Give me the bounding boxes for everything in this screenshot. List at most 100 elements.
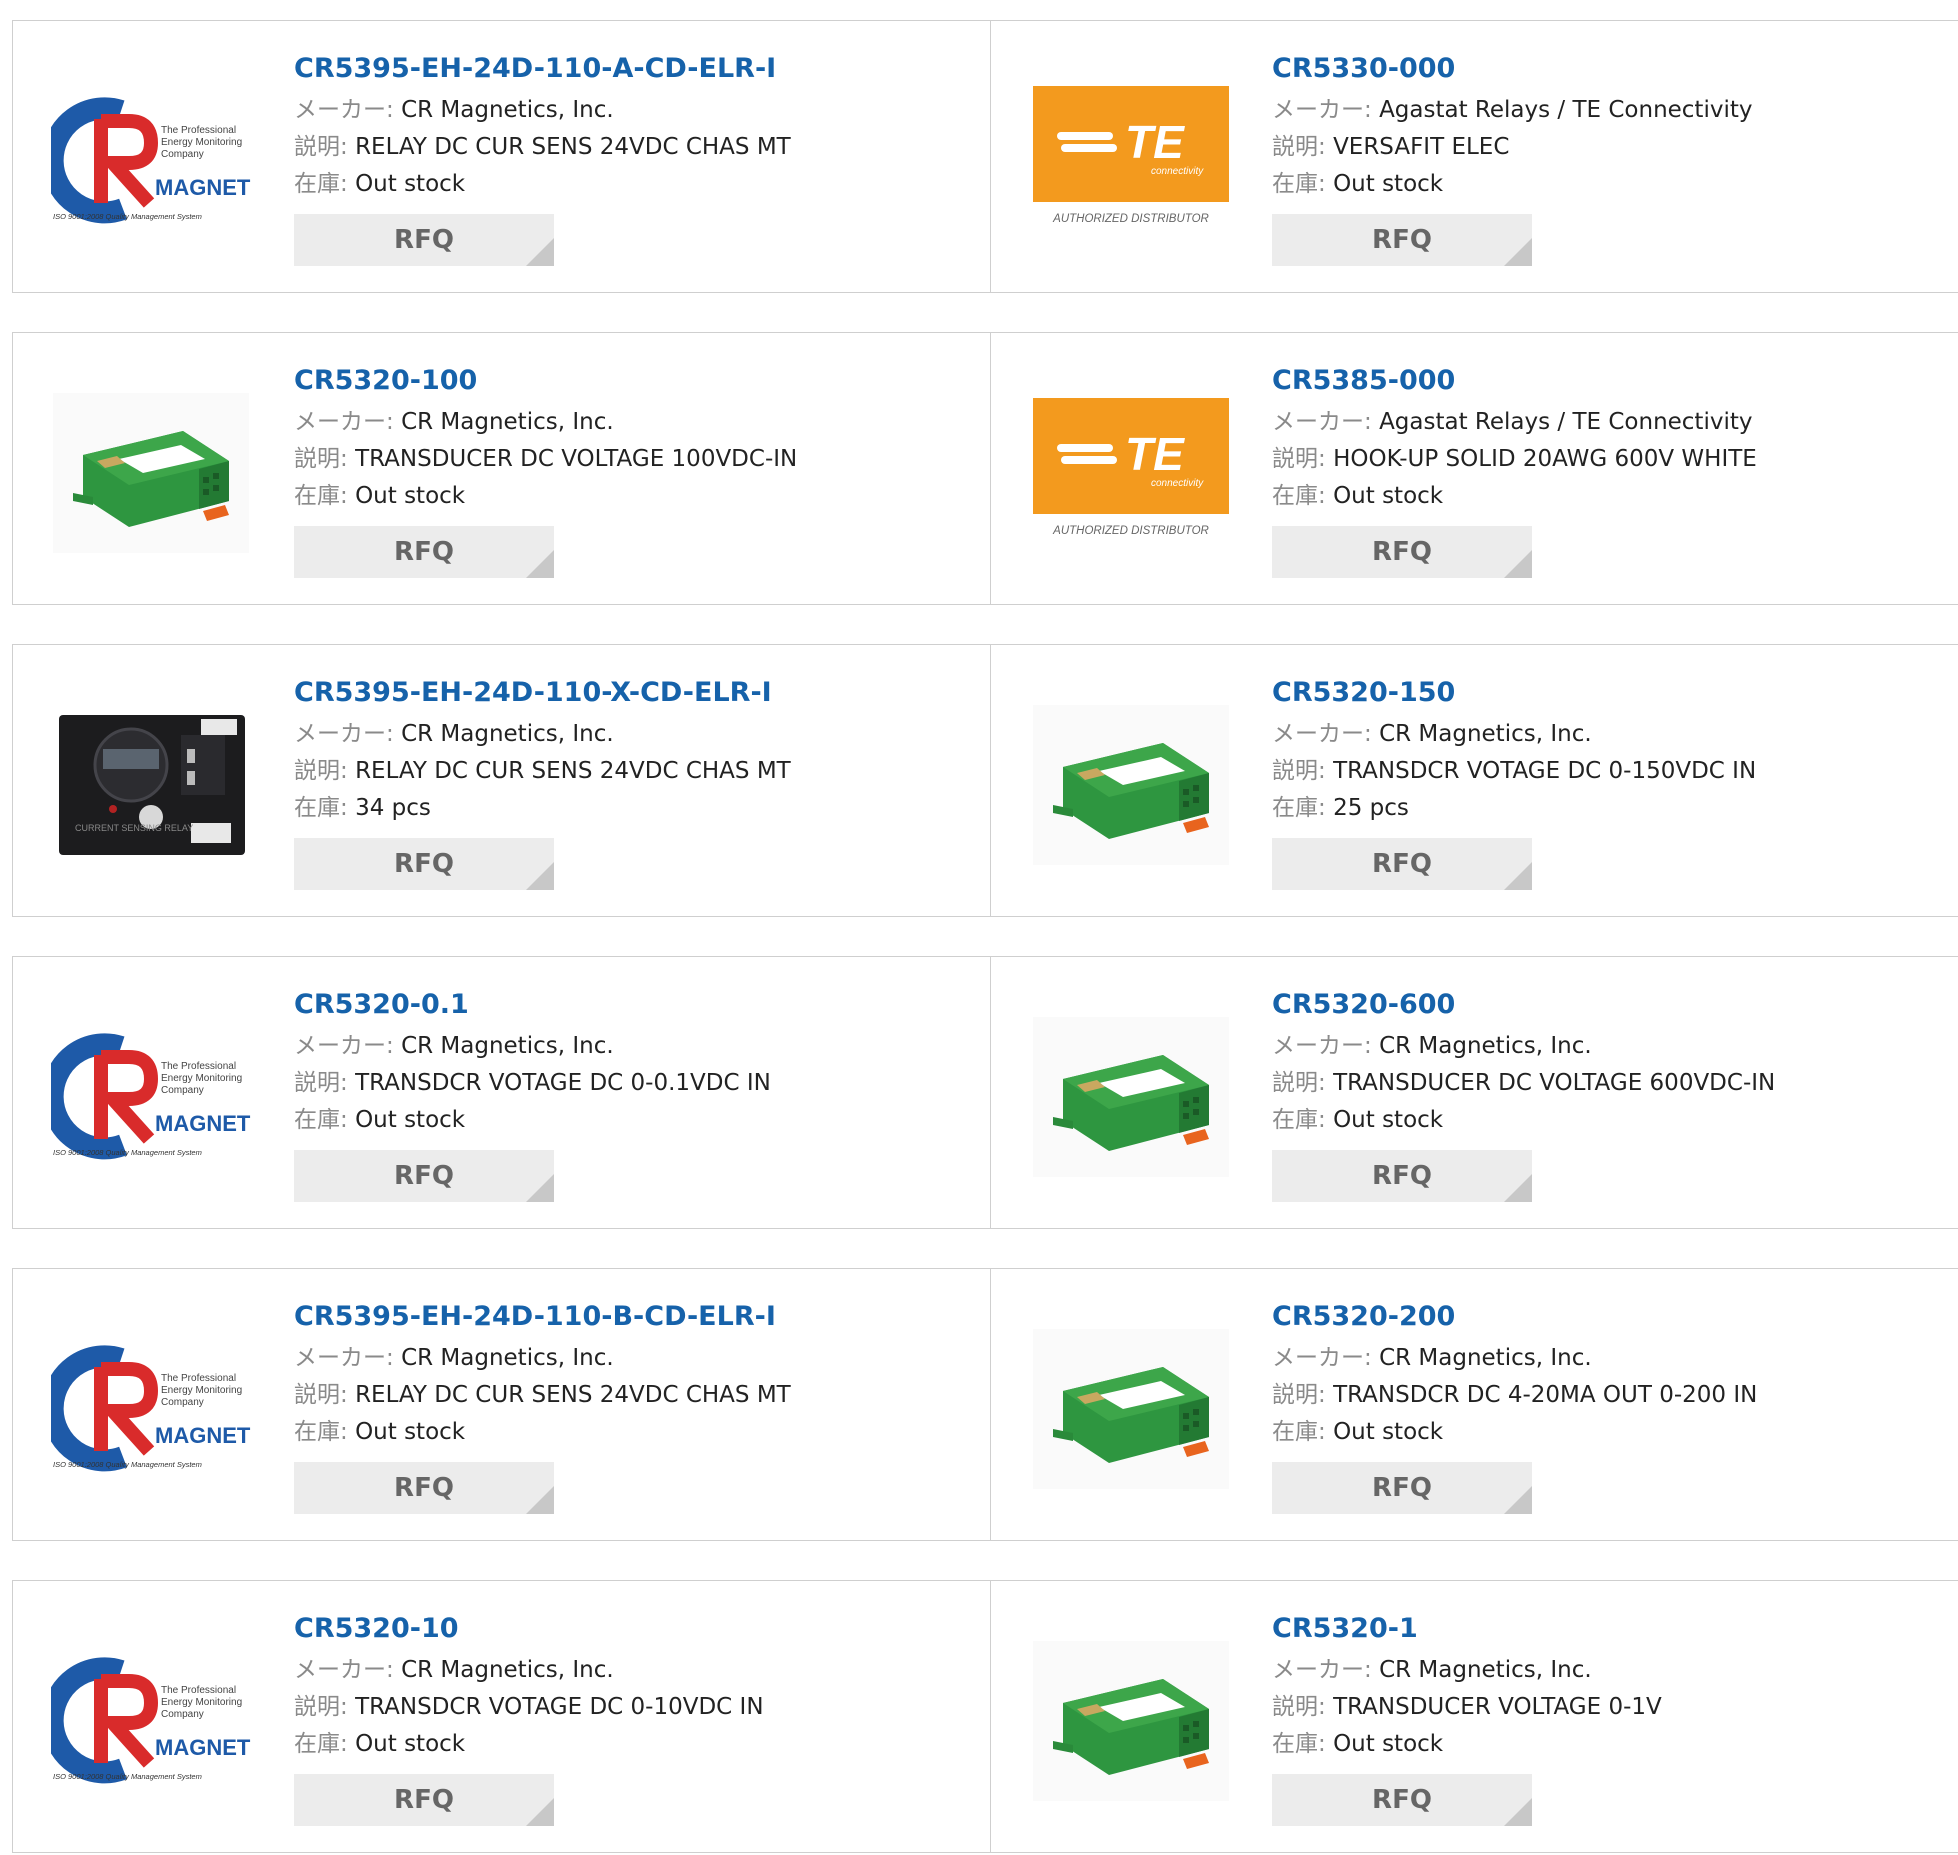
part-number-link[interactable]: CR5385-000	[1272, 363, 1951, 399]
maker-label: メーカー:	[1272, 97, 1372, 123]
svg-text:AUTHORIZED DISTRIBUTOR: AUTHORIZED DISTRIBUTOR	[1052, 213, 1209, 225]
rfq-button[interactable]: RFQ	[294, 1774, 554, 1826]
product-image[interactable]	[1031, 685, 1231, 885]
part-number-link[interactable]: CR5320-0.1	[294, 987, 970, 1023]
description-value: TRANSDCR DC 4-20MA OUT 0-200 IN	[1333, 1382, 1758, 1408]
rfq-label: RFQ	[1372, 1785, 1432, 1815]
maker-value: CR Magnetics, Inc.	[401, 97, 614, 123]
product-card: CR5320-600 メーカー: CR Magnetics, Inc. 説明: …	[990, 956, 1958, 1229]
product-row: The Professional Energy Monitoring Compa…	[12, 956, 1958, 1231]
product-image[interactable]: The Professional Energy Monitoring Compa…	[51, 997, 251, 1197]
rfq-button[interactable]: RFQ	[1272, 526, 1532, 578]
part-number-link[interactable]: CR5330-000	[1272, 51, 1951, 87]
stock-label: 在庫:	[294, 1731, 348, 1757]
product-card: TE connectivity AUTHORIZED DISTRIBUTOR C…	[990, 20, 1958, 293]
rfq-button[interactable]: RFQ	[294, 838, 554, 890]
description-line: 説明: VERSAFIT ELEC	[1272, 129, 1951, 166]
svg-text:ISO 9001:2008 Quality Manageme: ISO 9001:2008 Quality Management System	[53, 212, 202, 221]
part-number-link[interactable]: CR5320-1	[1272, 1611, 1951, 1647]
rfq-button[interactable]: RFQ	[1272, 1462, 1532, 1514]
part-number-link[interactable]: CR5395-EH-24D-110-X-CD-ELR-I	[294, 675, 970, 711]
description-value: TRANSDUCER VOLTAGE 0-1V	[1333, 1694, 1662, 1720]
part-number-link[interactable]: CR5395-EH-24D-110-B-CD-ELR-I	[294, 1299, 970, 1335]
stock-label: 在庫:	[1272, 171, 1326, 197]
rfq-button[interactable]: RFQ	[1272, 1774, 1532, 1826]
stock-label: 在庫:	[1272, 1419, 1326, 1445]
svg-text:MAGNETICS: MAGNETICS	[155, 1423, 251, 1448]
svg-text:AUTHORIZED DISTRIBUTOR: AUTHORIZED DISTRIBUTOR	[1052, 525, 1209, 537]
product-image[interactable]: The Professional Energy Monitoring Compa…	[51, 1621, 251, 1821]
part-number-link[interactable]: CR5320-200	[1272, 1299, 1951, 1335]
product-image[interactable]: TE connectivity AUTHORIZED DISTRIBUTOR	[1031, 373, 1231, 573]
stock-label: 在庫:	[1272, 1731, 1326, 1757]
rfq-label: RFQ	[1372, 849, 1432, 879]
product-image[interactable]	[1031, 997, 1231, 1197]
product-card: The Professional Energy Monitoring Compa…	[12, 20, 991, 293]
description-label: 説明:	[1272, 1694, 1326, 1720]
rfq-button[interactable]: RFQ	[294, 214, 554, 266]
product-card: The Professional Energy Monitoring Compa…	[12, 1580, 991, 1853]
rfq-label: RFQ	[394, 1161, 454, 1191]
stock-line: 在庫: Out stock	[294, 1414, 970, 1451]
rfq-button[interactable]: RFQ	[1272, 1150, 1532, 1202]
rfq-label: RFQ	[394, 537, 454, 567]
description-label: 説明:	[294, 134, 348, 160]
current-sensing-relay-image: CURRENT SENSING RELAY	[59, 715, 245, 855]
product-image[interactable]: CURRENT SENSING RELAY	[51, 685, 251, 885]
product-card: CR5320-200 メーカー: CR Magnetics, Inc. 説明: …	[990, 1268, 1958, 1541]
stock-line: 在庫: Out stock	[294, 478, 970, 515]
rfq-button[interactable]: RFQ	[1272, 838, 1532, 890]
product-grid: The Professional Energy Monitoring Compa…	[0, 0, 1958, 1853]
rfq-button[interactable]: RFQ	[294, 1462, 554, 1514]
part-number-link[interactable]: CR5320-600	[1272, 987, 1951, 1023]
description-line: 説明: RELAY DC CUR SENS 24VDC CHAS MT	[294, 129, 970, 166]
maker-line: メーカー: CR Magnetics, Inc.	[1272, 1340, 1951, 1377]
svg-text:CURRENT SENSING RELAY: CURRENT SENSING RELAY	[75, 823, 193, 833]
part-number-link[interactable]: CR5320-10	[294, 1611, 970, 1647]
cr-magnetics-logo: The Professional Energy Monitoring Compa…	[51, 97, 251, 224]
cr-magnetics-logo: The Professional Energy Monitoring Compa…	[51, 1033, 251, 1160]
maker-label: メーカー:	[1272, 1657, 1372, 1683]
svg-text:ISO 9001:2008 Quality Manageme: ISO 9001:2008 Quality Management System	[53, 1460, 202, 1469]
product-image[interactable]: The Professional Energy Monitoring Compa…	[51, 61, 251, 261]
svg-text:The Professional: The Professional	[161, 1061, 236, 1072]
corner-fold-icon	[1504, 1486, 1532, 1514]
product-image[interactable]	[1031, 1621, 1231, 1821]
svg-text:The Professional: The Professional	[161, 1373, 236, 1384]
stock-value: Out stock	[1333, 483, 1444, 509]
te-connectivity-logo: TE connectivity AUTHORIZED DISTRIBUTOR	[1033, 398, 1229, 537]
maker-line: メーカー: CR Magnetics, Inc.	[294, 1652, 970, 1689]
svg-text:Company: Company	[161, 1709, 204, 1720]
product-image[interactable]: The Professional Energy Monitoring Compa…	[51, 1309, 251, 1509]
stock-line: 在庫: Out stock	[294, 166, 970, 203]
cr-magnetics-logo: The Professional Energy Monitoring Compa…	[51, 1657, 251, 1784]
maker-value: CR Magnetics, Inc.	[1379, 721, 1592, 747]
product-card: CR5320-150 メーカー: CR Magnetics, Inc. 説明: …	[990, 644, 1958, 917]
corner-fold-icon	[526, 1486, 554, 1514]
part-number-link[interactable]: CR5320-100	[294, 363, 970, 399]
rfq-label: RFQ	[394, 1785, 454, 1815]
description-label: 説明:	[294, 758, 348, 784]
part-number-link[interactable]: CR5395-EH-24D-110-A-CD-ELR-I	[294, 51, 970, 87]
maker-label: メーカー:	[1272, 1033, 1372, 1059]
description-label: 説明:	[294, 1382, 348, 1408]
svg-text:MAGNETICS: MAGNETICS	[155, 1735, 251, 1760]
rfq-button[interactable]: RFQ	[294, 1150, 554, 1202]
description-line: 説明: RELAY DC CUR SENS 24VDC CHAS MT	[294, 1377, 970, 1414]
maker-value: CR Magnetics, Inc.	[401, 1033, 614, 1059]
rfq-button[interactable]: RFQ	[294, 526, 554, 578]
maker-value: Agastat Relays / TE Connectivity	[1379, 409, 1753, 435]
stock-line: 在庫: Out stock	[1272, 1414, 1951, 1451]
svg-text:Company: Company	[161, 1085, 204, 1096]
svg-text:The Professional: The Professional	[161, 125, 236, 136]
rfq-button[interactable]: RFQ	[1272, 214, 1532, 266]
product-image[interactable]: TE connectivity AUTHORIZED DISTRIBUTOR	[1031, 61, 1231, 261]
part-number-link[interactable]: CR5320-150	[1272, 675, 1951, 711]
corner-fold-icon	[1504, 1798, 1532, 1826]
product-image[interactable]	[51, 373, 251, 573]
maker-label: メーカー:	[294, 1657, 394, 1683]
maker-label: メーカー:	[294, 409, 394, 435]
te-connectivity-logo: TE connectivity AUTHORIZED DISTRIBUTOR	[1033, 86, 1229, 225]
svg-text:MAGNETICS: MAGNETICS	[155, 175, 251, 200]
product-image[interactable]	[1031, 1309, 1231, 1509]
